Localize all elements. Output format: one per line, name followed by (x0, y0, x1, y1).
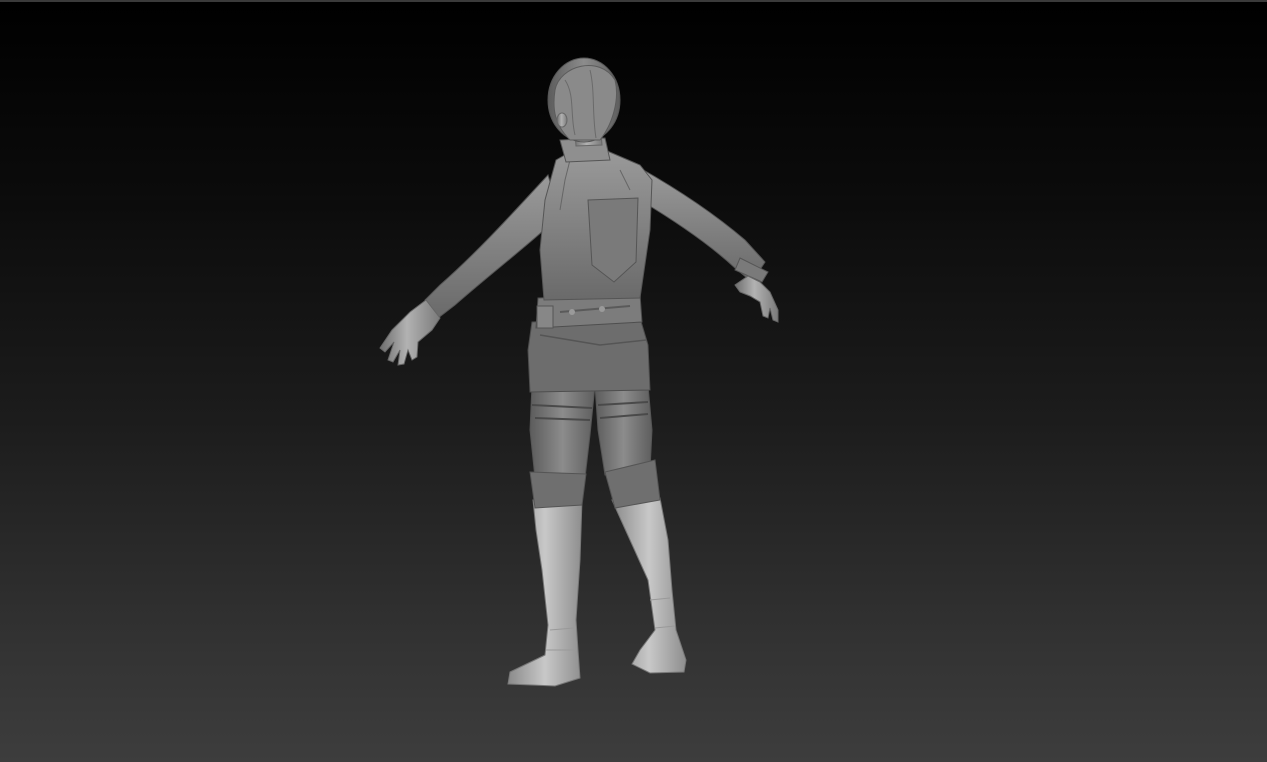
head (547, 57, 621, 143)
legs (529, 384, 653, 479)
sculpt-viewport[interactable] (0, 0, 1267, 762)
left-boot (507, 471, 587, 687)
hip-wrap (527, 317, 651, 393)
jacket (539, 149, 653, 301)
sculpted-figure[interactable] (0, 0, 1267, 762)
right-arm (639, 167, 779, 323)
right-boot (604, 459, 687, 674)
